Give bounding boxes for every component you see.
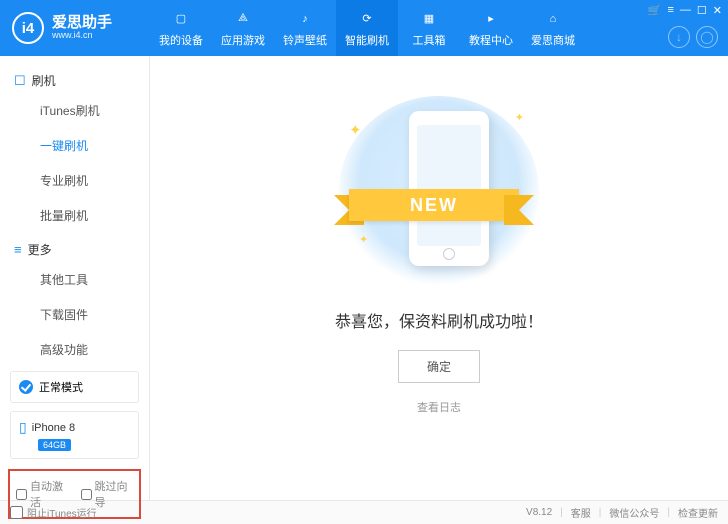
confirm-button[interactable]: 确定 [398,350,480,383]
logo[interactable]: i4 爱思助手 www.i4.cn [0,0,150,56]
success-message: 恭喜您，保资料刷机成功啦！ [335,308,543,332]
window-controls: 🛒 ≡ — ☐ ✕ [648,4,722,17]
new-ribbon: NEW [334,181,534,229]
nav-icon: ▢ [171,9,191,29]
sidebar-item-iTunes刷机[interactable]: iTunes刷机 [0,93,149,128]
sidebar-group: ☐刷机 [0,64,149,93]
app-url: www.i4.cn [52,31,112,41]
version: V8.12 [526,507,552,518]
sidebar-item-专业刷机[interactable]: 专业刷机 [0,163,149,198]
logo-icon: i4 [12,12,44,44]
footer-link-客服[interactable]: 客服 [571,505,591,520]
storage-badge: 64GB [38,439,71,451]
nav-应用游戏[interactable]: ⟁应用游戏 [212,0,274,56]
win-btn[interactable]: ✕ [713,4,722,17]
nav-icon: ▸ [481,9,501,29]
top-nav: ▢我的设备⟁应用游戏♪铃声壁纸⟳智能刷机▦工具箱▸教程中心⌂爱思商城 [150,0,584,56]
nav-icon: ⟁ [233,9,253,29]
win-btn[interactable]: ☐ [697,4,707,17]
check-icon [19,380,33,394]
nav-icon: ♪ [295,9,315,29]
nav-icon: ⌂ [543,9,563,29]
header: i4 爱思助手 www.i4.cn ▢我的设备⟁应用游戏♪铃声壁纸⟳智能刷机▦工… [0,0,728,56]
nav-icon: ▦ [419,9,439,29]
sidebar-item-批量刷机[interactable]: 批量刷机 [0,198,149,233]
sparkle-icon: ✦ [349,121,362,139]
sparkle-icon: ✦ [515,111,524,124]
success-illustration: ✦ ✦ ✦ NEW [324,96,554,286]
nav-铃声壁纸[interactable]: ♪铃声壁纸 [274,0,336,56]
nav-我的设备[interactable]: ▢我的设备 [150,0,212,56]
main-content: ✦ ✦ ✦ NEW 恭喜您，保资料刷机成功啦！ 确定 查看日志 [150,56,728,500]
win-btn[interactable]: — [680,4,691,17]
win-btn[interactable]: ≡ [667,4,673,17]
user-icon[interactable]: ◯ [696,26,718,48]
sparkle-icon: ✦ [359,233,368,246]
sidebar-item-一键刷机[interactable]: 一键刷机 [0,128,149,163]
mode-status[interactable]: 正常模式 [10,371,139,403]
nav-爱思商城[interactable]: ⌂爱思商城 [522,0,584,56]
sidebar: ☐刷机iTunes刷机一键刷机专业刷机批量刷机≡更多其他工具下载固件高级功能 正… [0,56,150,500]
device-card[interactable]: ▯ iPhone 8 64GB [10,411,139,459]
group-icon: ☐ [14,73,26,89]
phone-icon: ▯ [19,419,27,436]
nav-智能刷机[interactable]: ⟳智能刷机 [336,0,398,56]
sidebar-item-下载固件[interactable]: 下载固件 [0,297,149,332]
device-name: iPhone 8 [32,422,75,434]
nav-icon: ⟳ [357,9,377,29]
footer-link-微信公众号[interactable]: 微信公众号 [609,505,659,520]
sidebar-group: ≡更多 [0,233,149,262]
win-btn[interactable]: 🛒 [648,4,662,17]
nav-工具箱[interactable]: ▦工具箱 [398,0,460,56]
sidebar-item-高级功能[interactable]: 高级功能 [0,332,149,367]
sidebar-item-其他工具[interactable]: 其他工具 [0,262,149,297]
nav-教程中心[interactable]: ▸教程中心 [460,0,522,56]
download-icon[interactable]: ↓ [668,26,690,48]
footer-link-检查更新[interactable]: 检查更新 [678,505,718,520]
block-itunes-checkbox[interactable]: 阻止iTunes运行 [10,505,97,520]
app-title: 爱思助手 [52,15,112,32]
view-log-link[interactable]: 查看日志 [417,399,461,415]
group-icon: ≡ [14,242,22,257]
